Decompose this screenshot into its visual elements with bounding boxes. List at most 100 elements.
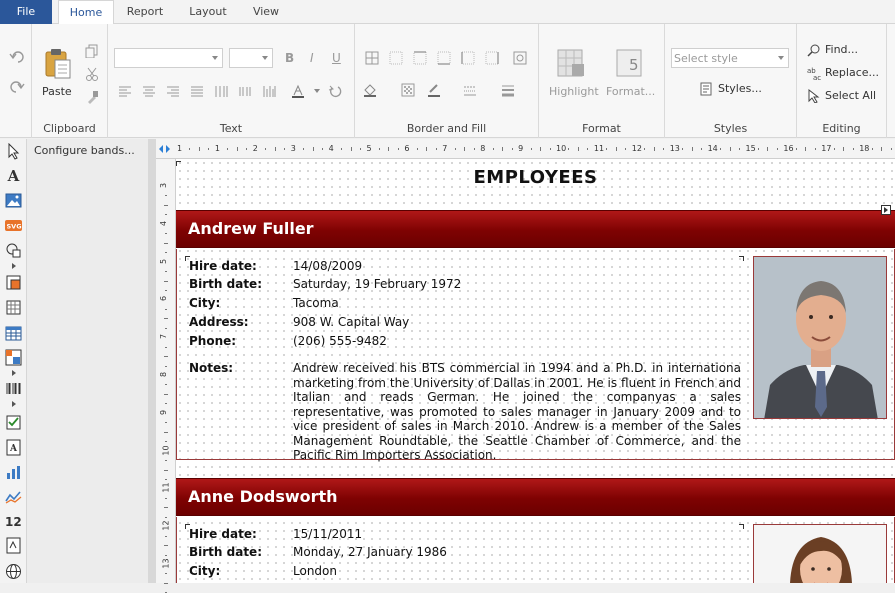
ruler-label: 18	[859, 144, 870, 153]
tab-layout[interactable]: Layout	[180, 0, 236, 24]
page-number-icon[interactable]: 12	[5, 513, 22, 530]
ruler-tick	[165, 233, 167, 235]
border-dash-icon[interactable]	[463, 83, 477, 97]
ruler-label: 8	[159, 371, 169, 378]
checkbox-icon[interactable]	[5, 414, 22, 431]
employee-header[interactable]: Anne Dodsworth	[176, 478, 895, 516]
border-width-icon[interactable]	[501, 83, 515, 97]
city-label: City:	[189, 296, 221, 310]
configure-bands-link[interactable]: Configure bands...	[34, 144, 135, 157]
ruler-tick	[606, 148, 608, 150]
ruler-label: 5	[366, 144, 372, 153]
undo-icon[interactable]	[9, 50, 25, 64]
tab-file[interactable]: File	[0, 0, 52, 24]
clear-format-icon[interactable]	[328, 84, 342, 98]
city-value[interactable]: London	[293, 564, 337, 578]
employee-detail[interactable]: Hire date: 14/08/2009 Birth date: Saturd…	[176, 249, 895, 463]
report-design-surface[interactable]: EMPLOYEES Andrew Fuller Hire date: 14/08…	[176, 159, 895, 583]
expand-barcode-icon[interactable]	[12, 401, 16, 407]
font-color-icon[interactable]	[291, 84, 305, 98]
notes-value[interactable]: Andrew received his BTS commercial in 19…	[293, 361, 741, 463]
border-all-icon[interactable]	[365, 51, 379, 65]
label-icon[interactable]: A	[5, 168, 22, 185]
underline-icon[interactable]: U	[332, 51, 341, 65]
employee-photo[interactable]	[753, 256, 887, 419]
page-info-icon[interactable]	[5, 537, 22, 554]
ruler-label: 3	[159, 182, 169, 189]
format-button[interactable]: 5 Format...	[603, 46, 659, 100]
border-left-icon[interactable]	[461, 51, 475, 65]
chart-icon[interactable]	[5, 464, 22, 481]
expand-shapes-icon[interactable]	[12, 263, 16, 269]
phone-value[interactable]: (206) 555-9482	[293, 334, 387, 348]
tab-view[interactable]: View	[246, 0, 286, 24]
tab-home[interactable]: Home	[58, 0, 114, 25]
redo-icon[interactable]	[9, 80, 25, 94]
justify-icon[interactable]	[190, 84, 204, 98]
font-family-combo[interactable]	[114, 48, 223, 68]
fill-color-icon[interactable]	[363, 83, 377, 97]
valign-top-icon[interactable]	[214, 84, 228, 98]
copy-icon[interactable]	[85, 44, 99, 58]
globe-icon[interactable]	[5, 563, 22, 580]
hire-date-value[interactable]: 14/08/2009	[293, 259, 362, 273]
ruler-tick	[663, 148, 665, 150]
align-right-icon[interactable]	[166, 84, 180, 98]
shape-icon[interactable]	[5, 242, 22, 259]
find-button[interactable]: Find...	[807, 42, 883, 60]
styles-button[interactable]: Styles...	[699, 81, 779, 99]
bold-icon[interactable]: B	[285, 51, 294, 65]
sparkline-icon[interactable]	[5, 489, 22, 506]
employee-detail[interactable]: Hire date: 15/11/2011 Birth date: Monday…	[176, 517, 895, 583]
pointer-icon[interactable]	[5, 143, 22, 160]
barcode-icon[interactable]	[5, 381, 22, 398]
align-left-icon[interactable]	[118, 84, 132, 98]
border-right-icon[interactable]	[485, 51, 499, 65]
expand-grid-icon[interactable]	[12, 370, 16, 376]
font-color-dropdown-icon[interactable]	[314, 89, 320, 93]
highlight-icon	[557, 49, 584, 77]
select-style-combo[interactable]: Select style	[671, 48, 789, 68]
pivot-grid-icon[interactable]	[5, 349, 22, 366]
highlight-button[interactable]: Highlight	[545, 46, 599, 100]
rich-text-icon[interactable]: A	[5, 439, 22, 456]
subreport-icon[interactable]	[5, 274, 22, 291]
valign-middle-icon[interactable]	[238, 84, 252, 98]
fill-pattern-icon[interactable]	[401, 83, 415, 97]
employee-header[interactable]: Andrew Fuller	[176, 210, 895, 248]
ruler-label: 3	[290, 144, 296, 153]
border-none-icon[interactable]	[389, 51, 403, 65]
format-painter-icon[interactable]	[85, 90, 99, 104]
find-label: Find...	[825, 43, 859, 56]
tab-report[interactable]: Report	[118, 0, 172, 24]
cut-icon[interactable]	[85, 67, 99, 81]
align-center-icon[interactable]	[142, 84, 156, 98]
table-icon[interactable]	[5, 325, 22, 342]
select-all-icon	[808, 89, 820, 103]
vertical-ruler: 3 4 5 6 7 8 9 10 11 12 13	[156, 159, 176, 593]
border-settings-icon[interactable]	[513, 51, 527, 65]
ruler-tick	[165, 252, 167, 254]
select-all-button[interactable]: Select All	[807, 88, 885, 106]
picture-icon[interactable]	[5, 192, 22, 209]
employee-photo[interactable]	[753, 524, 887, 583]
replace-button[interactable]: ab ac Replace...	[807, 65, 885, 83]
ruler-collapse-icon[interactable]	[157, 144, 173, 154]
hire-date-value[interactable]: 15/11/2011	[293, 527, 362, 541]
valign-bottom-icon[interactable]	[262, 84, 276, 98]
border-top-icon[interactable]	[413, 51, 427, 65]
panel-icon[interactable]	[5, 299, 22, 316]
birth-date-value[interactable]: Monday, 27 January 1986	[293, 545, 447, 559]
paste-button[interactable]: Paste	[36, 44, 78, 102]
border-color-icon[interactable]	[427, 83, 441, 97]
report-title[interactable]: EMPLOYEES	[176, 167, 895, 188]
svg-icon[interactable]: SVG	[5, 217, 22, 234]
italic-icon[interactable]: I	[310, 51, 314, 65]
city-value[interactable]: Tacoma	[293, 296, 339, 310]
border-bottom-icon[interactable]	[437, 51, 451, 65]
font-size-combo[interactable]	[229, 48, 273, 68]
address-value[interactable]: 908 W. Capital Way	[293, 315, 409, 329]
format-label: Format...	[606, 85, 656, 98]
band-expand-icon[interactable]	[881, 205, 891, 215]
birth-date-value[interactable]: Saturday, 19 February 1972	[293, 277, 461, 291]
